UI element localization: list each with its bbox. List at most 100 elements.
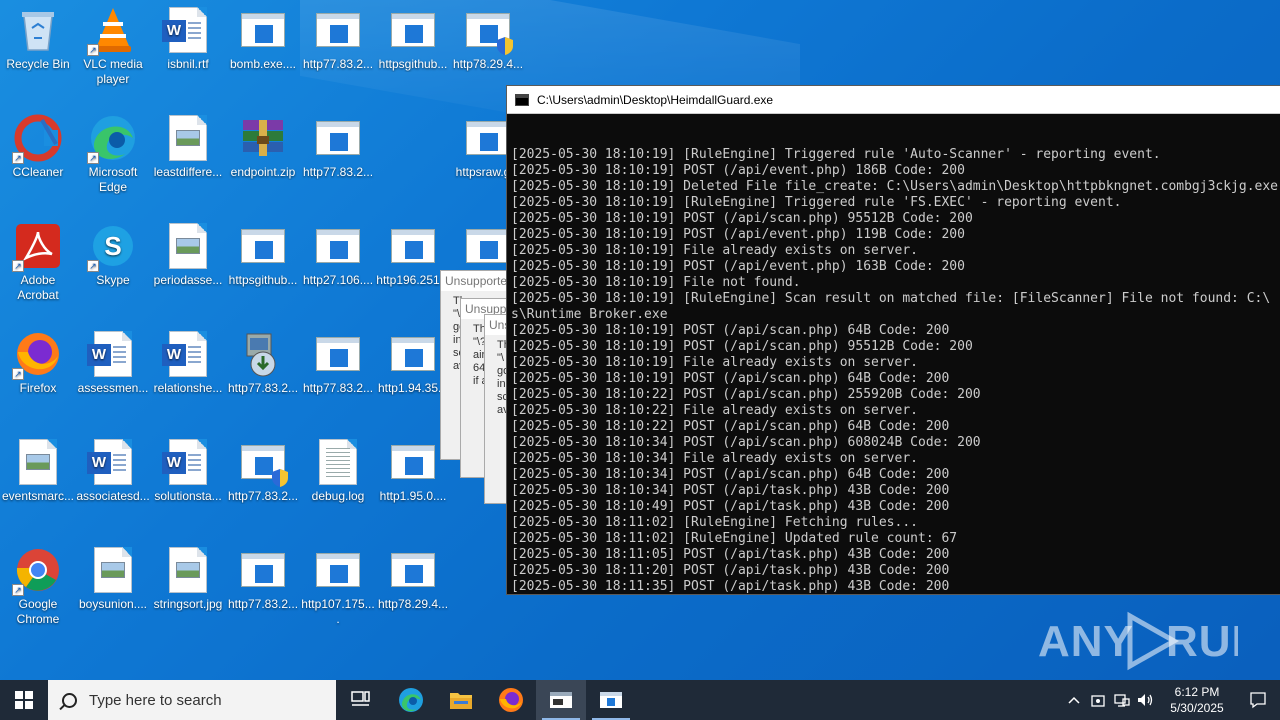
notification-icon bbox=[1250, 692, 1266, 709]
desktop-icon[interactable]: Wrelationshe... bbox=[150, 324, 226, 428]
desktop-icon[interactable]: http77.83.2... bbox=[300, 108, 376, 212]
windows-logo-icon bbox=[15, 691, 33, 709]
desktop-icon-label: bomb.exe.... bbox=[229, 57, 297, 71]
desktop-icon-label: Microsoft Edge bbox=[88, 165, 138, 194]
desktop-icon-label: httpsgithub... bbox=[378, 57, 448, 71]
taskbar-search-box[interactable]: Type here to search bbox=[48, 680, 336, 720]
taskbar-app-button[interactable] bbox=[586, 680, 636, 720]
desktop-icon[interactable]: ↗ CCleaner bbox=[0, 108, 76, 212]
console-line: [2025-05-30 18:10:19] [RuleEngine] Trigg… bbox=[511, 195, 1122, 210]
desktop-icon[interactable]: http77.83.2... bbox=[225, 540, 301, 644]
desktop-icon[interactable]: httpsgithub... bbox=[375, 0, 451, 104]
console-line: [2025-05-30 18:10:34] POST (/api/scan.ph… bbox=[511, 467, 950, 482]
desktop-icon[interactable]: ↗ VLC media player bbox=[75, 0, 151, 104]
desktop-icon[interactable]: periodasse... bbox=[150, 216, 226, 320]
shortcut-arrow-icon: ↗ bbox=[87, 152, 99, 164]
desktop-icon[interactable]: Recycle Bin bbox=[0, 0, 76, 104]
desktop-icon[interactable]: http78.29.4... bbox=[375, 540, 451, 644]
edge-icon bbox=[399, 688, 423, 712]
desktop-icon-label: solutionsta... bbox=[154, 489, 222, 503]
taskbar-edge-button[interactable] bbox=[386, 680, 436, 720]
application-window-icon bbox=[239, 222, 287, 270]
desktop-icon-label: boysunion.... bbox=[78, 597, 148, 611]
desktop-icon-label: Firefox bbox=[19, 381, 57, 395]
taskbar: Type here to search 6:12 PM 5/30/2025 bbox=[0, 680, 1280, 720]
console-line: s\Runtime Broker.exe bbox=[511, 307, 668, 322]
console-line: [2025-05-30 18:10:19] [RuleEngine] Trigg… bbox=[511, 147, 1161, 162]
desktop-icon[interactable]: http107.175.... bbox=[300, 540, 376, 644]
desktop-icon[interactable]: ↗ Microsoft Edge bbox=[75, 108, 151, 212]
desktop-icon-label: http77.83.2... bbox=[227, 597, 299, 611]
desktop-icon-label: Recycle Bin bbox=[6, 57, 70, 71]
taskbar-clock[interactable]: 6:12 PM 5/30/2025 bbox=[1158, 684, 1236, 716]
taskbar-firefox-button[interactable] bbox=[486, 680, 536, 720]
desktop-icon[interactable]: Wassociatesd... bbox=[75, 432, 151, 536]
console-line: [2025-05-30 18:10:19] POST (/api/event.p… bbox=[511, 227, 965, 242]
tray-security-button[interactable] bbox=[1086, 680, 1110, 720]
desktop-icon[interactable]: http77.83.2... bbox=[300, 0, 376, 104]
desktop-icon-label: http77.83.2... bbox=[302, 165, 374, 179]
desktop-icon-label: http77.83.2... bbox=[227, 489, 299, 503]
clock-time: 6:12 PM bbox=[1174, 685, 1220, 699]
taskbar-explorer-button[interactable] bbox=[436, 680, 486, 720]
application-window-icon bbox=[389, 438, 437, 486]
show-hidden-icons-button[interactable] bbox=[1062, 680, 1086, 720]
desktop-icon[interactable]: eventsmarc... bbox=[0, 432, 76, 536]
application-window-icon bbox=[464, 222, 512, 270]
clock-date: 5/30/2025 bbox=[1170, 701, 1224, 715]
word-document-icon: W bbox=[162, 6, 212, 54]
task-view-icon bbox=[351, 691, 370, 706]
uac-shield-icon bbox=[272, 469, 288, 487]
desktop-icon[interactable]: http77.83.2... bbox=[225, 324, 301, 428]
application-window-icon bbox=[239, 546, 287, 594]
console-titlebar[interactable]: C:\Users\admin\Desktop\HeimdallGuard.exe bbox=[507, 86, 1280, 114]
console-line: [2025-05-30 18:10:19] File already exist… bbox=[511, 355, 918, 370]
security-icon bbox=[1091, 695, 1105, 707]
desktop-icon[interactable]: debug.log bbox=[300, 432, 376, 536]
console-window[interactable]: C:\Users\admin\Desktop\HeimdallGuard.exe… bbox=[506, 85, 1280, 595]
console-output[interactable]: [2025-05-30 18:10:19] [RuleEngine] Trigg… bbox=[509, 115, 1280, 594]
desktop-icon[interactable]: httpsgithub... bbox=[225, 216, 301, 320]
action-center-button[interactable] bbox=[1236, 680, 1280, 720]
desktop-icon[interactable]: http27.106.... bbox=[300, 216, 376, 320]
desktop-icon[interactable]: S ↗ Skype bbox=[75, 216, 151, 320]
desktop-icon[interactable]: http77.83.2... bbox=[300, 324, 376, 428]
desktop-icon-label: stringsort.jpg bbox=[153, 597, 223, 611]
tray-network-button[interactable] bbox=[1110, 680, 1134, 720]
desktop-icon[interactable]: Wisbnil.rtf bbox=[150, 0, 226, 104]
start-button[interactable] bbox=[0, 680, 48, 720]
desktop-icon[interactable]: endpoint.zip bbox=[225, 108, 301, 212]
application-window-icon bbox=[389, 222, 437, 270]
application-window-icon bbox=[389, 330, 437, 378]
shortcut-arrow-icon: ↗ bbox=[12, 260, 24, 272]
console-line: [2025-05-30 18:10:22] POST (/api/scan.ph… bbox=[511, 419, 950, 434]
desktop-icon[interactable]: boysunion.... bbox=[75, 540, 151, 644]
taskbar-console-button[interactable] bbox=[536, 680, 586, 720]
desktop-icon[interactable]: http77.83.2... bbox=[225, 432, 301, 536]
desktop-icon-label: CCleaner bbox=[12, 165, 64, 179]
desktop-icon-label: endpoint.zip bbox=[230, 165, 296, 179]
console-line: [2025-05-30 18:10:34] POST (/api/task.ph… bbox=[511, 483, 950, 498]
desktop-icon[interactable]: ↗ Google Chrome bbox=[0, 540, 76, 644]
desktop-icon[interactable]: Wassessmen... bbox=[75, 324, 151, 428]
desktop-icon-label: periodasse... bbox=[153, 273, 223, 287]
tray-volume-button[interactable] bbox=[1134, 680, 1158, 720]
file-explorer-icon bbox=[450, 693, 472, 709]
task-view-button[interactable] bbox=[336, 680, 386, 720]
console-icon bbox=[550, 692, 572, 708]
desktop-icon[interactable]: leastdiffere... bbox=[150, 108, 226, 212]
desktop-icon[interactable]: Wsolutionsta... bbox=[150, 432, 226, 536]
console-line: [2025-05-30 18:11:35] POST (/api/task.ph… bbox=[511, 579, 950, 594]
desktop-icon[interactable]: ↗ Adobe Acrobat bbox=[0, 216, 76, 320]
desktop-icon[interactable]: stringsort.jpg bbox=[150, 540, 226, 644]
console-line: [2025-05-30 18:10:22] POST (/api/scan.ph… bbox=[511, 387, 981, 402]
application-window-icon bbox=[314, 546, 362, 594]
desktop-icon[interactable]: bomb.exe.... bbox=[225, 0, 301, 104]
desktop-icon-label: http78.29.4... bbox=[452, 57, 524, 71]
search-placeholder: Type here to search bbox=[89, 691, 222, 709]
installer-icon bbox=[239, 330, 287, 378]
desktop-icon[interactable]: ↗ Firefox bbox=[0, 324, 76, 428]
desktop-icon-label: eventsmarc... bbox=[1, 489, 75, 503]
desktop-icon-label: assessmen... bbox=[77, 381, 149, 395]
desktop-icon-label: VLC media player bbox=[83, 57, 143, 86]
